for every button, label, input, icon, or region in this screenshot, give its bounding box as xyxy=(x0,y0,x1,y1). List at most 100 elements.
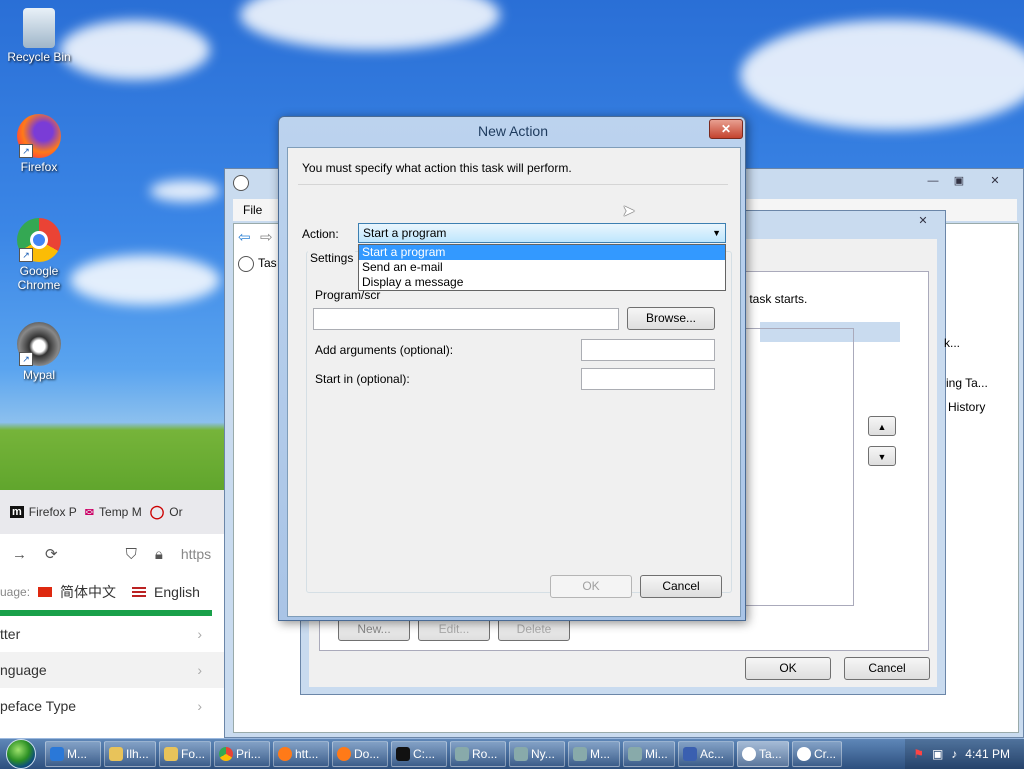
cloud xyxy=(740,20,1024,130)
taskbar-button-active[interactable]: Ta... xyxy=(737,741,789,767)
edit-action-button[interactable]: Edit... xyxy=(418,618,490,641)
chevron-right-icon: › xyxy=(197,662,202,678)
taskbar-button-label: Ta... xyxy=(759,747,782,761)
ok-button[interactable]: OK xyxy=(550,575,632,598)
desktop-icon-mypal[interactable]: ↗ Mypal xyxy=(4,322,74,382)
cancel-button[interactable]: Cancel xyxy=(640,575,722,598)
taskbar: M... Ilh... Fo... Pri... htt... Do... C:… xyxy=(0,738,1024,769)
taskbar-button[interactable]: Cr... xyxy=(792,741,842,767)
settings-item[interactable]: peface Type › xyxy=(0,688,224,724)
url-bar[interactable]: https xyxy=(181,546,211,562)
taskbar-button[interactable]: C:... xyxy=(391,741,447,767)
clock-icon xyxy=(233,175,249,191)
back-arrow-icon[interactable]: ⇦ xyxy=(238,228,251,246)
firefox-icon xyxy=(337,747,351,761)
start-in-input[interactable] xyxy=(581,368,715,390)
close-button[interactable]: ✕ xyxy=(911,213,935,229)
taskbar-button[interactable]: htt... xyxy=(273,741,329,767)
taskbar-button[interactable]: M... xyxy=(45,741,101,767)
cancel-button[interactable]: Cancel xyxy=(844,657,930,680)
tab-label: Or xyxy=(169,505,183,519)
network-icon[interactable]: ▣ xyxy=(932,747,943,761)
volume-icon[interactable]: ♪ xyxy=(951,747,957,761)
console-icon xyxy=(396,747,410,761)
program-path-input[interactable] xyxy=(313,308,619,330)
maximize-button[interactable]: ▣ xyxy=(947,173,971,189)
mouse-cursor-icon: ➤ xyxy=(622,203,636,220)
language-option[interactable]: English xyxy=(154,584,200,600)
clock-icon xyxy=(742,747,756,761)
settings-item[interactable]: nguage › xyxy=(0,652,224,688)
minimize-button[interactable]: — xyxy=(921,173,945,189)
taskbar-button[interactable]: Mi... xyxy=(623,741,675,767)
ok-button[interactable]: OK xyxy=(745,657,831,680)
close-button[interactable]: ✕ xyxy=(709,119,743,139)
desktop-icon-recycle-bin[interactable]: Recycle Bin xyxy=(4,8,74,64)
move-up-button[interactable]: ▲ xyxy=(868,416,896,436)
taskbar-button[interactable]: Pri... xyxy=(214,741,270,767)
shortcut-arrow-icon: ↗ xyxy=(19,248,33,262)
browse-button[interactable]: Browse... xyxy=(627,307,715,330)
taskbar-button[interactable]: Ilh... xyxy=(104,741,156,767)
start-button[interactable] xyxy=(0,739,42,769)
chevron-right-icon: › xyxy=(197,698,202,714)
taskbar-button-label: Mi... xyxy=(645,747,668,761)
forward-arrow-icon[interactable]: ⇨ xyxy=(260,228,273,246)
tab-label: Temp M xyxy=(99,505,142,519)
taskbar-button[interactable]: Fo... xyxy=(159,741,211,767)
action-select[interactable]: Start a program ▼ xyxy=(358,223,726,243)
desktop-icon-firefox[interactable]: ↗ Firefox xyxy=(4,114,74,174)
taskbar-button-label: Ac... xyxy=(700,747,725,761)
description-text: r task starts. xyxy=(742,292,808,306)
taskbar-button[interactable]: Do... xyxy=(332,741,388,767)
dropdown-option[interactable]: Send an e-mail xyxy=(359,260,725,275)
menu-file[interactable]: File xyxy=(243,203,262,217)
close-button[interactable]: ✕ xyxy=(983,173,1007,189)
new-action-button[interactable]: New... xyxy=(338,618,410,641)
action-link[interactable]: ing Ta... xyxy=(946,376,988,390)
reload-icon[interactable]: ⟳ xyxy=(45,545,58,563)
folder-icon xyxy=(109,747,123,761)
firefox-icon: ↗ xyxy=(17,114,61,158)
cloud xyxy=(70,255,220,305)
recycle-bin-icon xyxy=(23,8,55,48)
mdn-icon: m xyxy=(10,506,24,518)
dialog-client: You must specify what action this task w… xyxy=(287,147,741,617)
clock[interactable]: 4:41 PM xyxy=(965,747,1010,761)
action-link[interactable]: k... xyxy=(944,336,960,350)
forward-icon[interactable]: → xyxy=(12,546,27,563)
move-down-button[interactable]: ▼ xyxy=(868,446,896,466)
firefox-icon xyxy=(278,747,292,761)
shield-icon[interactable]: ⛉ xyxy=(126,546,137,563)
action-label: Action: xyxy=(302,227,339,241)
action-select-value: Start a program xyxy=(363,226,447,240)
taskbar-button[interactable]: Ro... xyxy=(450,741,506,767)
settings-group-label: Settings xyxy=(308,251,356,265)
lock-icon: 🔒︎ xyxy=(154,545,163,563)
taskbar-button[interactable]: M... xyxy=(568,741,620,767)
language-option[interactable]: 简体中文 xyxy=(60,582,116,602)
instruction-text: You must specify what action this task w… xyxy=(302,161,572,175)
browser-tab[interactable]: m Firefox P xyxy=(10,505,77,519)
action-link[interactable]: History xyxy=(948,400,985,414)
taskbar-button[interactable]: Ac... xyxy=(678,741,734,767)
desktop-icon-chrome[interactable]: ↗ Google Chrome xyxy=(4,218,74,292)
delete-action-button[interactable]: Delete xyxy=(498,618,570,641)
tree-item[interactable]: Tas xyxy=(258,256,277,270)
taskbar-button-label: Ny... xyxy=(531,747,555,761)
taskbar-button-label: M... xyxy=(590,747,610,761)
settings-item-label: tter xyxy=(0,626,21,642)
browser-tab[interactable]: ◯ Or xyxy=(150,504,183,520)
settings-item[interactable]: tter › xyxy=(0,616,224,652)
action-center-icon[interactable]: ⚑ xyxy=(913,747,924,761)
taskbar-button-label: Pri... xyxy=(236,747,261,761)
us-flag-icon xyxy=(132,587,147,597)
browser-tab[interactable]: ✉ Temp M xyxy=(85,505,142,519)
arguments-input[interactable] xyxy=(581,339,715,361)
clock-icon xyxy=(238,256,254,272)
dropdown-option[interactable]: Display a message xyxy=(359,275,725,290)
taskbar-button[interactable]: Ny... xyxy=(509,741,565,767)
taskbar-button-label: Ro... xyxy=(472,747,498,761)
folder-icon xyxy=(164,747,178,761)
dropdown-option[interactable]: Start a program xyxy=(359,245,725,260)
